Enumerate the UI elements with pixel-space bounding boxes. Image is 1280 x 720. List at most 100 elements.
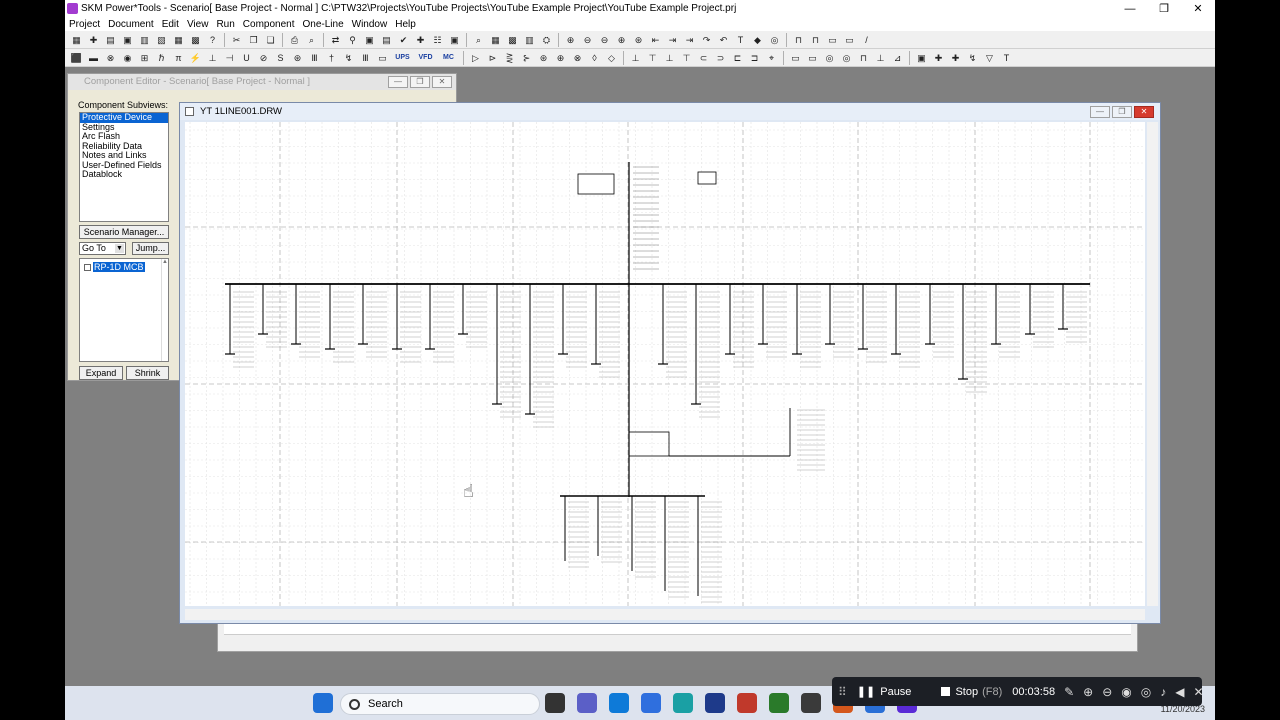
toolbar1-tool-icon[interactable]: ⎙ xyxy=(288,33,302,47)
toolbar2-tool-icon[interactable]: ◎ xyxy=(840,51,854,65)
toolbar2-tool-icon[interactable]: ⊤ xyxy=(680,51,694,65)
taskbar-app-icon[interactable] xyxy=(769,693,789,713)
toolbar2-tool-icon[interactable]: ⊱ xyxy=(520,51,534,65)
toolbar1-tool-icon[interactable]: ⇤ xyxy=(649,33,663,47)
toolbar1-tool-icon[interactable]: ▣ xyxy=(363,33,377,47)
toolbar2-tool-icon[interactable]: ⊐ xyxy=(748,51,762,65)
toolbar2-tool-icon[interactable]: π xyxy=(172,51,186,65)
taskbar-search-box[interactable]: Search xyxy=(340,693,540,715)
toolbar1-tool-icon[interactable]: ⇥ xyxy=(666,33,680,47)
dw-minimize-button[interactable]: — xyxy=(1090,106,1110,118)
toolbar2-tool-icon[interactable]: ⊞ xyxy=(138,51,152,65)
toolbar1-tool-icon[interactable]: ▣ xyxy=(121,33,135,47)
toolbar1-tool-icon[interactable]: ☷ xyxy=(431,33,445,47)
toolbar2-tool-icon[interactable]: ⊳ xyxy=(486,51,500,65)
toolbar2-tool-icon[interactable]: U xyxy=(240,51,254,65)
taskbar-app-icon[interactable] xyxy=(673,693,693,713)
toolbar2-tool-icon[interactable]: ℏ xyxy=(155,51,169,65)
start-button-icon[interactable] xyxy=(313,693,333,713)
stop-button[interactable]: Stop (F8) xyxy=(941,686,1002,698)
close-icon[interactable]: ✕ xyxy=(1193,685,1203,699)
menu-view[interactable]: View xyxy=(183,19,213,30)
toolbar1-tool-icon[interactable]: ⌕ xyxy=(472,33,486,47)
menu-document[interactable]: Document xyxy=(104,19,158,30)
toolbar1-tool-icon[interactable]: ✚ xyxy=(414,33,428,47)
toolbar1-tool-icon[interactable]: ◎ xyxy=(768,33,782,47)
toolbar2-tool-icon[interactable]: ⊤ xyxy=(646,51,660,65)
toolbar2-tool-icon[interactable]: ✚ xyxy=(932,51,946,65)
toolbar2-tool-icon[interactable]: ▣ xyxy=(915,51,929,65)
toolbar2-tool-icon[interactable]: ▭ xyxy=(789,51,803,65)
toolbar1-tool-icon[interactable]: ◆ xyxy=(751,33,765,47)
toolbar1-tool-icon[interactable]: ▤ xyxy=(104,33,118,47)
toolbar1-tool-icon[interactable]: ⊛ xyxy=(632,33,646,47)
taskbar-app-icon[interactable] xyxy=(705,693,725,713)
toolbar1-tool-icon[interactable]: ❏ xyxy=(264,33,278,47)
toolbar1-tool-icon[interactable]: ↶ xyxy=(717,33,731,47)
toolbar2-tool-icon[interactable]: ◇ xyxy=(605,51,619,65)
toolbar1-tool-icon[interactable]: ⛭ xyxy=(540,33,554,47)
scenario-manager-button[interactable]: Scenario Manager... xyxy=(79,225,169,239)
taskbar-app-icon[interactable] xyxy=(801,693,821,713)
toolbar1-tool-icon[interactable]: ⇥ xyxy=(683,33,697,47)
menu-one-line[interactable]: One-Line xyxy=(299,19,348,30)
one-line-diagram-canvas[interactable]: ☝ xyxy=(185,122,1145,606)
speaker-icon[interactable]: ◀ xyxy=(1175,685,1184,699)
toolbar2-tool-icon[interactable]: ◊ xyxy=(588,51,602,65)
toolbar1-tool-icon[interactable]: ❐ xyxy=(247,33,261,47)
minimize-button[interactable]: — xyxy=(1113,3,1147,15)
toolbar2-tool-icon[interactable]: ⬛ xyxy=(70,51,84,65)
toolbar2-tool-icon[interactable]: ◎ xyxy=(823,51,837,65)
maximize-button[interactable]: ❐ xyxy=(1147,2,1181,15)
toolbar2-tool-icon[interactable]: MC xyxy=(439,51,459,65)
toolbar2-tool-icon[interactable]: ✚ xyxy=(949,51,963,65)
taskbar-app-icon[interactable] xyxy=(641,693,661,713)
ce-close-button[interactable]: ✕ xyxy=(432,76,452,88)
toolbar1-tool-icon[interactable]: ▭ xyxy=(843,33,857,47)
toolbar2-tool-icon[interactable]: ▬ xyxy=(87,51,101,65)
pen-icon[interactable]: ✎ xyxy=(1064,685,1074,699)
menu-run[interactable]: Run xyxy=(212,19,238,30)
toolbar1-tool-icon[interactable]: ▦ xyxy=(172,33,186,47)
toolbar1-tool-icon[interactable]: ⊕ xyxy=(615,33,629,47)
toolbar2-tool-icon[interactable]: ⊘ xyxy=(257,51,271,65)
eye-icon[interactable]: ◉ xyxy=(1121,685,1131,699)
subview-list[interactable]: Protective Device Settings Arc Flash Reliab… xyxy=(79,112,169,222)
toolbar2-tool-icon[interactable]: ⊥ xyxy=(206,51,220,65)
toolbar2-tool-icon[interactable]: ⊥ xyxy=(629,51,643,65)
toolbar2-tool-icon[interactable]: ⊥ xyxy=(874,51,888,65)
toolbar2-tool-icon[interactable]: ▷ xyxy=(469,51,483,65)
taskbar-app-icon[interactable] xyxy=(577,693,597,713)
toolbar1-tool-icon[interactable]: ? xyxy=(206,33,220,47)
toolbar1-tool-icon[interactable]: ▧ xyxy=(155,33,169,47)
shrink-button[interactable]: Shrink xyxy=(126,366,169,380)
microphone-icon[interactable]: ♪ xyxy=(1160,685,1166,699)
toolbar1-tool-icon[interactable]: ▤ xyxy=(380,33,394,47)
drawing-vertical-scrollbar[interactable] xyxy=(1147,122,1158,606)
toolbar2-tool-icon[interactable]: ◉ xyxy=(121,51,135,65)
pause-button[interactable]: ❚❚ Pause xyxy=(857,685,912,699)
toolbar1-tool-icon[interactable]: ⊕ xyxy=(564,33,578,47)
toolbar2-tool-icon[interactable]: ⊥ xyxy=(663,51,677,65)
toolbar2-tool-icon[interactable]: ▭ xyxy=(806,51,820,65)
toolbar2-tool-icon[interactable]: ↯ xyxy=(966,51,980,65)
tree-item-rp-1d-mcb[interactable]: RP-1D MCB xyxy=(84,262,145,272)
ce-maximize-button[interactable]: ❐ xyxy=(410,76,430,88)
toolbar2-tool-icon[interactable]: S xyxy=(274,51,288,65)
toolbar2-tool-icon[interactable]: UPS xyxy=(393,51,413,65)
toolbar1-tool-icon[interactable]: / xyxy=(860,33,874,47)
subview-datablock[interactable]: Datablock xyxy=(80,169,168,180)
taskbar-app-icon[interactable] xyxy=(737,693,757,713)
toolbar1-tool-icon[interactable]: ▥ xyxy=(138,33,152,47)
toolbar1-tool-icon[interactable]: ⚲ xyxy=(346,33,360,47)
menu-window[interactable]: Window xyxy=(348,19,392,30)
toolbar1-tool-icon[interactable]: ⌕ xyxy=(305,33,319,47)
toolbar1-tool-icon[interactable]: ✂ xyxy=(230,33,244,47)
zoom-in-icon[interactable]: ⊕ xyxy=(1083,685,1093,699)
toolbar2-tool-icon[interactable]: VFD xyxy=(416,51,436,65)
toolbar2-tool-icon[interactable]: ⊛ xyxy=(291,51,305,65)
toolbar2-tool-icon[interactable]: † xyxy=(325,51,339,65)
toolbar2-tool-icon[interactable]: ▭ xyxy=(376,51,390,65)
expand-button[interactable]: Expand xyxy=(79,366,123,380)
toolbar2-tool-icon[interactable]: T xyxy=(1000,51,1014,65)
